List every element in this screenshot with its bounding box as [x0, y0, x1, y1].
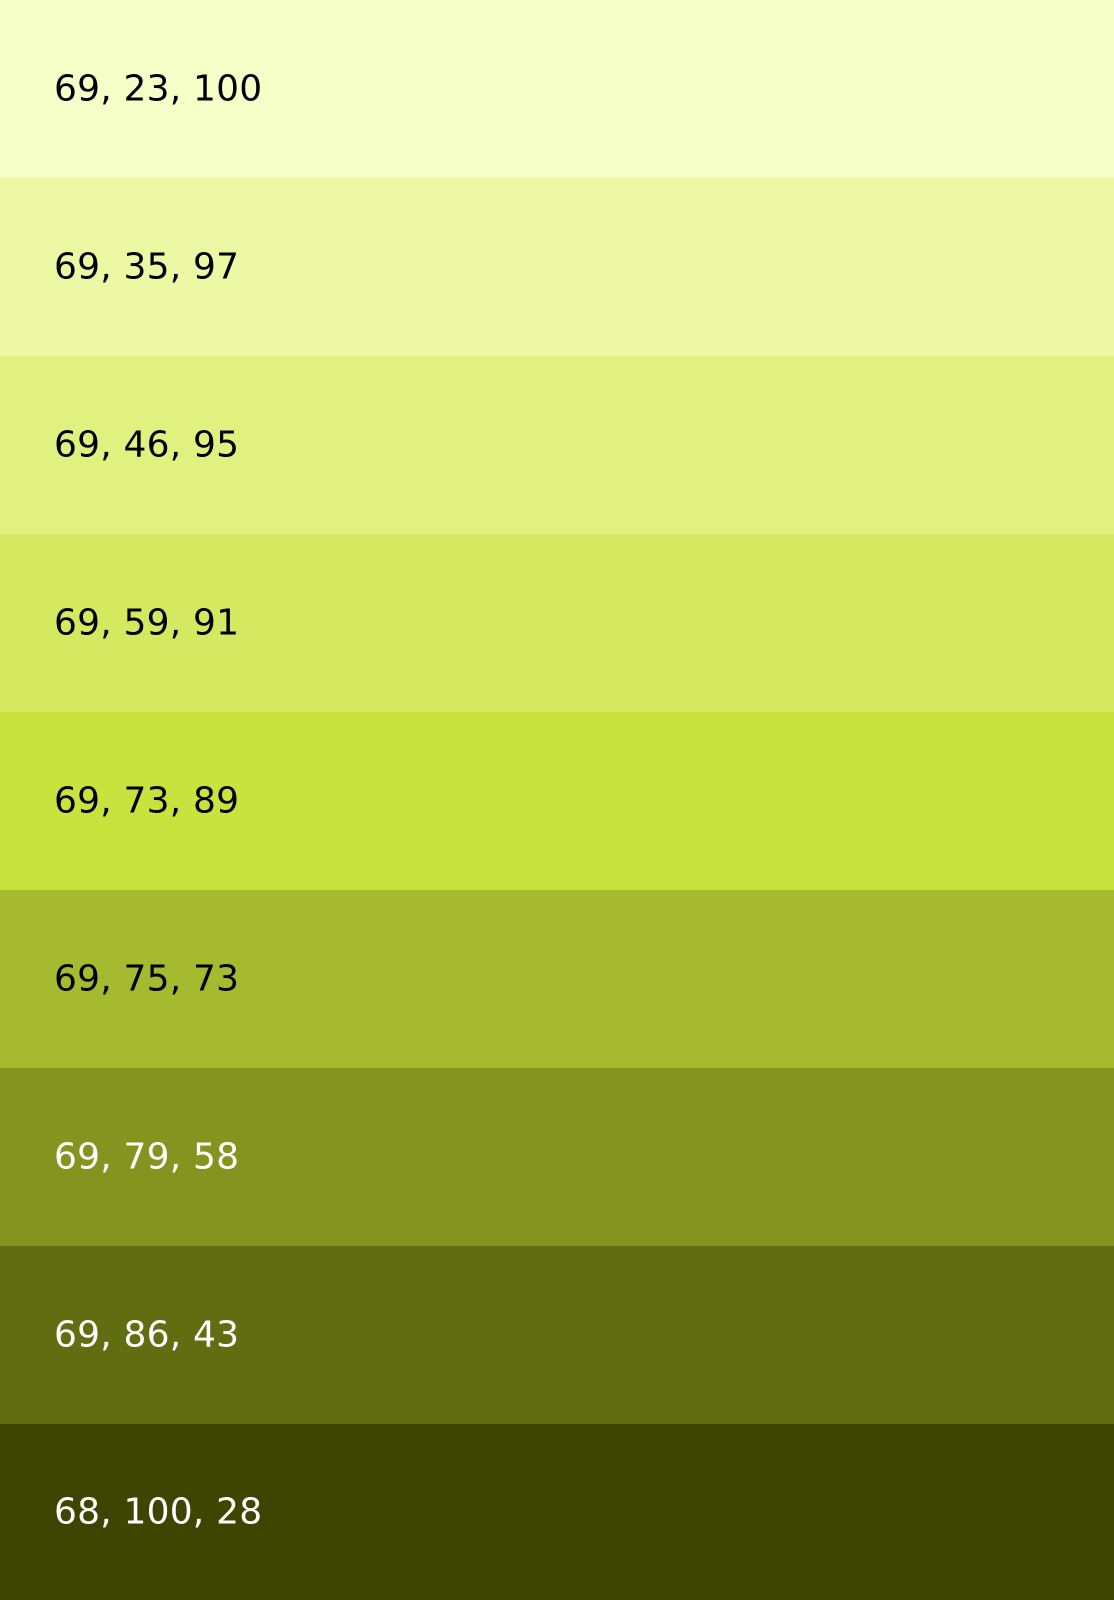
color-swatch: 69, 35, 97 — [0, 178, 1114, 356]
swatch-label: 69, 35, 97 — [54, 246, 240, 288]
color-swatch: 69, 73, 89 — [0, 712, 1114, 890]
color-swatch: 69, 79, 58 — [0, 1068, 1114, 1246]
swatch-label: 69, 23, 100 — [54, 68, 263, 110]
swatch-label: 69, 75, 73 — [54, 958, 240, 1000]
swatch-label: 69, 73, 89 — [54, 780, 240, 822]
color-swatch: 69, 46, 95 — [0, 356, 1114, 534]
color-swatch: 68, 100, 28 — [0, 1424, 1114, 1600]
swatch-label: 69, 59, 91 — [54, 602, 240, 644]
swatch-label: 69, 79, 58 — [54, 1136, 240, 1178]
swatch-label: 68, 100, 28 — [54, 1491, 263, 1533]
color-swatch: 69, 23, 100 — [0, 0, 1114, 178]
swatch-label: 69, 86, 43 — [54, 1314, 240, 1356]
color-swatch: 69, 59, 91 — [0, 534, 1114, 712]
color-palette: 69, 23, 100 69, 35, 97 69, 46, 95 69, 59… — [0, 0, 1114, 1600]
color-swatch: 69, 75, 73 — [0, 890, 1114, 1068]
swatch-label: 69, 46, 95 — [54, 424, 240, 466]
color-swatch: 69, 86, 43 — [0, 1246, 1114, 1424]
